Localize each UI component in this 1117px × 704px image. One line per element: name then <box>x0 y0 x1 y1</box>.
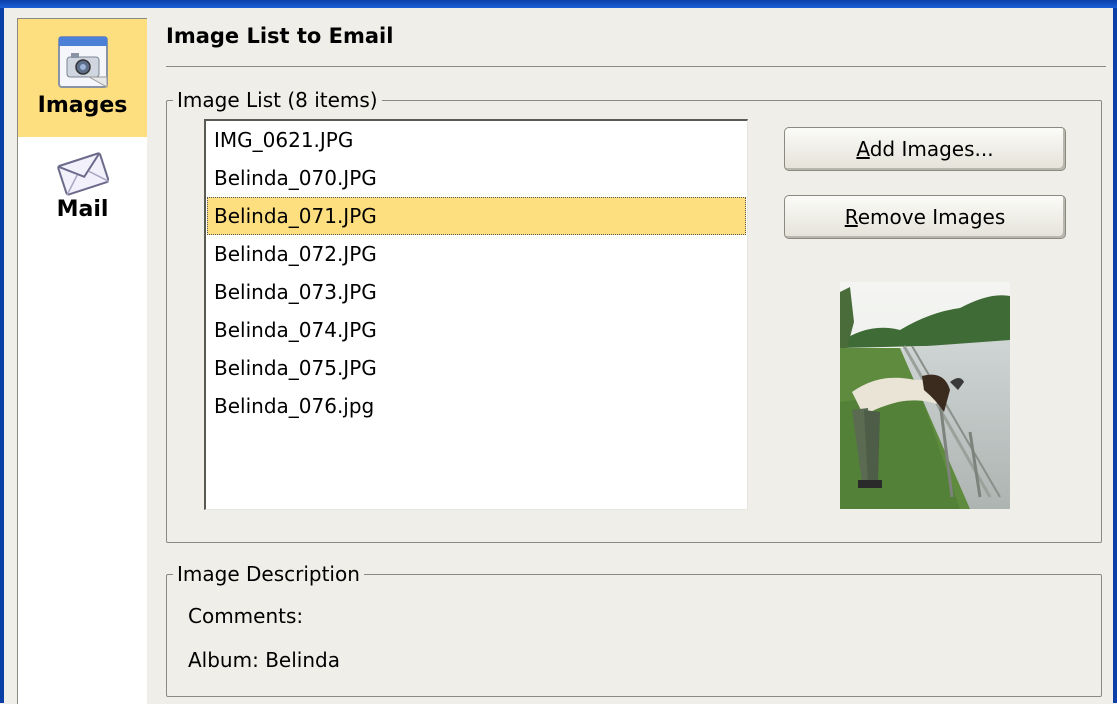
title-divider <box>166 66 1106 67</box>
list-item-selected[interactable]: Belinda_071.JPG <box>207 197 746 235</box>
remove-images-label: emove Images <box>857 205 1006 229</box>
image-list-legend: Image List (8 items) <box>177 88 378 112</box>
image-listbox[interactable]: IMG_0621.JPG Belinda_070.JPG Belinda_071… <box>204 119 748 510</box>
remove-images-button[interactable]: Remove Images <box>784 195 1066 239</box>
list-item[interactable]: Belinda_074.JPG <box>207 311 746 349</box>
add-images-label: dd Images... <box>869 137 994 161</box>
list-item[interactable]: IMG_0621.JPG <box>207 121 746 159</box>
album-label: Album: Belinda <box>188 648 340 672</box>
envelope-icon <box>56 152 109 196</box>
comments-label: Comments: <box>188 604 304 628</box>
list-item[interactable]: Belinda_075.JPG <box>207 349 746 387</box>
list-item[interactable]: Belinda_076.jpg <box>207 387 746 425</box>
list-item[interactable]: Belinda_070.JPG <box>207 159 746 197</box>
list-item[interactable]: Belinda_072.JPG <box>207 235 746 273</box>
window-border-right <box>1113 8 1117 703</box>
image-description-group: Image Description <box>166 562 1102 697</box>
add-images-button[interactable]: Add Images... <box>784 127 1066 171</box>
sidebar: Images Mail <box>17 18 147 704</box>
remove-images-mnemonic: R <box>844 205 858 229</box>
page-title: Image List to Email <box>166 24 394 48</box>
window-border-left <box>0 8 4 703</box>
list-item[interactable]: Belinda_073.JPG <box>207 273 746 311</box>
add-images-mnemonic: A <box>856 137 870 161</box>
sidebar-item-mail[interactable]: Mail <box>18 137 147 257</box>
image-preview <box>840 282 1010 509</box>
camera-icon <box>57 36 108 88</box>
sidebar-item-label: Images <box>37 93 128 118</box>
image-description-legend: Image Description <box>177 562 360 586</box>
sidebar-item-label: Mail <box>56 197 109 222</box>
sidebar-item-images[interactable]: Images <box>18 19 147 137</box>
window-titlebar <box>0 0 1117 8</box>
